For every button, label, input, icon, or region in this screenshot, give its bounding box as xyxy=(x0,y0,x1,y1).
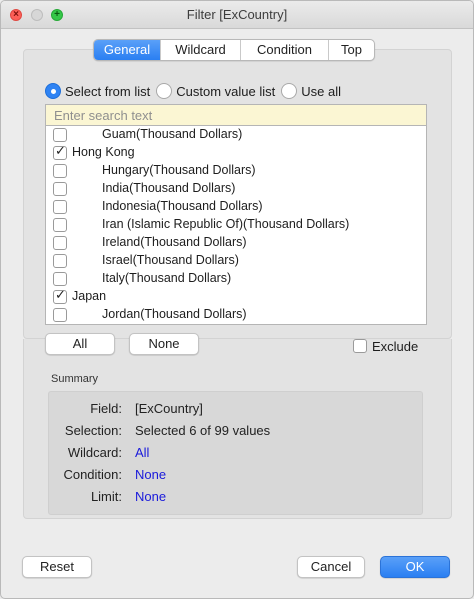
summary-key: Condition: xyxy=(63,467,122,482)
radio-label: Use all xyxy=(301,83,341,99)
list-item[interactable]: Ireland(Thousand Dollars) xyxy=(46,234,426,252)
list-item-label: Guam(Thousand Dollars) xyxy=(102,127,243,141)
list-item-label: Hungary(Thousand Dollars) xyxy=(102,163,256,177)
list-item[interactable]: Israel(Thousand Dollars) xyxy=(46,252,426,270)
summary-value-link[interactable]: None xyxy=(135,489,166,504)
window-title: Filter [ExCountry] xyxy=(186,7,288,22)
summary-key: Wildcard: xyxy=(67,445,122,460)
value-list[interactable]: Guam(Thousand Dollars) Hong Kong Hungary(T… xyxy=(45,125,427,325)
list-item-label: Hong Kong xyxy=(72,145,135,159)
list-item-label: Indonesia(Thousand Dollars) xyxy=(102,199,263,213)
checkbox-unchecked[interactable] xyxy=(53,128,67,142)
title-bar: × + Filter [ExCountry] xyxy=(1,1,473,29)
list-item[interactable]: Japan xyxy=(46,288,426,306)
search-input[interactable] xyxy=(45,104,427,126)
checkbox-unchecked[interactable] xyxy=(53,218,67,232)
summary-row: Condition: None xyxy=(49,467,422,485)
select-none-button[interactable]: None xyxy=(129,333,199,355)
select-all-button[interactable]: All xyxy=(45,333,115,355)
summary-key: Field: xyxy=(90,401,122,416)
checkbox-unchecked[interactable] xyxy=(53,182,67,196)
exclude-checkbox[interactable]: Exclude xyxy=(353,337,418,355)
cancel-button[interactable]: Cancel xyxy=(297,556,365,578)
list-item-label: Israel(Thousand Dollars) xyxy=(102,253,239,267)
checkbox-unchecked[interactable] xyxy=(53,200,67,214)
tab-wildcard[interactable]: Wildcard xyxy=(160,40,240,60)
tab-bar: General Wildcard Condition Top xyxy=(93,39,375,61)
checkbox-checked[interactable] xyxy=(53,288,67,304)
radio-label: Custom value list xyxy=(176,83,276,99)
list-item[interactable]: Italy(Thousand Dollars) xyxy=(46,270,426,288)
list-item[interactable]: Iran (Islamic Republic Of)(Thousand Doll… xyxy=(46,216,426,234)
list-item[interactable]: Indonesia(Thousand Dollars) xyxy=(46,198,426,216)
radio-indicator-off[interactable] xyxy=(281,83,298,99)
tab-general[interactable]: General xyxy=(94,40,160,60)
summary-key: Limit: xyxy=(90,489,122,504)
checkbox-unchecked[interactable] xyxy=(53,272,67,286)
list-item-label: India(Thousand Dollars) xyxy=(102,181,236,195)
summary-value: [ExCountry] xyxy=(135,401,203,416)
radio-indicator-off[interactable] xyxy=(156,83,173,99)
exclude-box[interactable] xyxy=(353,339,367,353)
checkbox-checked[interactable] xyxy=(53,144,67,160)
filter-dialog: × + Filter [ExCountry] General Wildcard … xyxy=(0,0,474,599)
list-item[interactable]: Hungary(Thousand Dollars) xyxy=(46,162,426,180)
list-item[interactable]: Guam(Thousand Dollars) xyxy=(46,126,426,144)
summary-heading: Summary xyxy=(51,373,99,385)
summary-row: Field: [ExCountry] xyxy=(49,401,422,419)
checkbox-unchecked[interactable] xyxy=(53,254,67,268)
tab-top[interactable]: Top xyxy=(328,40,374,60)
list-item-label: Ireland(Thousand Dollars) xyxy=(102,235,247,249)
list-item-label: Japan xyxy=(72,289,107,303)
checkbox-unchecked[interactable] xyxy=(53,164,67,178)
checkbox-unchecked[interactable] xyxy=(53,236,67,250)
radio-label: Select from list xyxy=(65,83,151,99)
summary-value-link[interactable]: None xyxy=(135,467,166,482)
reset-button[interactable]: Reset xyxy=(22,556,92,578)
list-item[interactable]: India(Thousand Dollars) xyxy=(46,180,426,198)
summary-row: Wildcard: All xyxy=(49,445,422,463)
list-item-label: Jordan(Thousand Dollars) xyxy=(102,307,247,321)
summary-row: Limit: None xyxy=(49,489,422,507)
exclude-label: Exclude xyxy=(372,338,419,354)
radio-indicator-on[interactable] xyxy=(45,83,61,99)
tab-condition[interactable]: Condition xyxy=(240,40,328,60)
list-item[interactable]: Hong Kong xyxy=(46,144,426,162)
selection-mode-radios: Select from list Custom value list Use a… xyxy=(45,81,347,101)
summary-key: Selection: xyxy=(64,423,122,438)
radio-use-all[interactable]: Use all xyxy=(281,83,341,99)
checkbox-unchecked[interactable] xyxy=(53,308,67,322)
list-item-label: Italy(Thousand Dollars) xyxy=(102,271,232,285)
radio-select-from-list[interactable]: Select from list xyxy=(45,83,150,99)
ok-button[interactable]: OK xyxy=(380,556,450,578)
summary-row: Selection: Selected 6 of 99 values xyxy=(49,423,422,441)
radio-custom-value-list[interactable]: Custom value list xyxy=(156,83,275,99)
summary-value: Selected 6 of 99 values xyxy=(135,423,271,438)
list-item[interactable]: Jordan(Thousand Dollars) xyxy=(46,306,426,324)
summary-value-link[interactable]: All xyxy=(135,445,149,460)
list-item-label: Iran (Islamic Republic Of)(Thousand Doll… xyxy=(102,217,350,231)
summary-box: Field: [ExCountry] Selection: Selected 6 of… xyxy=(48,391,423,515)
